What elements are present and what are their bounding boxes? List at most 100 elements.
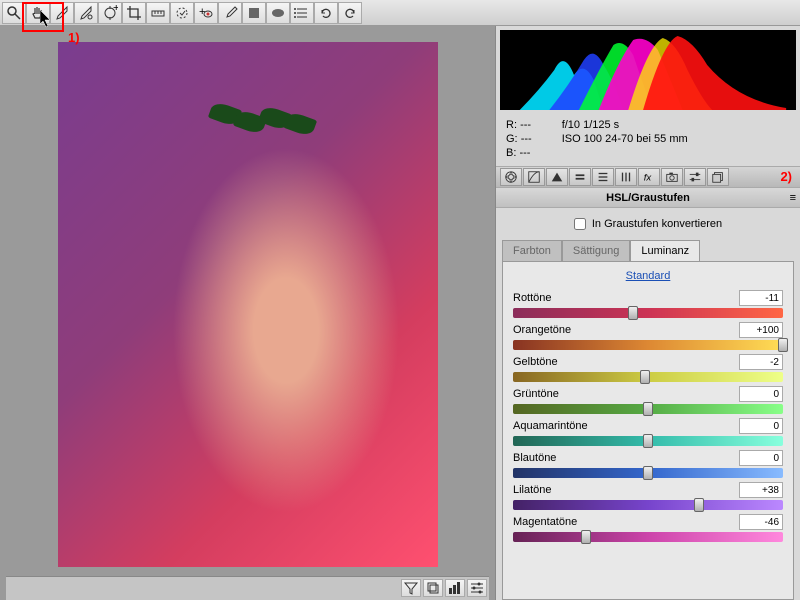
fx-icon: fx — [642, 170, 656, 184]
slider-row-lilatöne: Lilatöne — [513, 482, 783, 510]
bars-button[interactable] — [445, 579, 465, 597]
camera-panel-button[interactable] — [661, 168, 683, 186]
brush-button[interactable] — [218, 2, 242, 24]
slider-value-input[interactable] — [739, 290, 783, 306]
curves-panel-button[interactable] — [523, 168, 545, 186]
preview-photo — [58, 42, 438, 567]
slider-track[interactable] — [513, 500, 783, 510]
panel-icon-row: fx 2) — [496, 166, 800, 188]
section-title: HSL/Graustufen — [606, 192, 690, 204]
slider-thumb[interactable] — [643, 466, 653, 480]
slider-label: Orangetöne — [513, 324, 571, 336]
bars2-icon — [596, 170, 610, 184]
slider-value-input[interactable] — [739, 514, 783, 530]
slider-label: Aquamarintöne — [513, 420, 588, 432]
triangle-panel-button[interactable] — [546, 168, 568, 186]
slider-label: Blautöne — [513, 452, 556, 464]
camera-icon — [665, 170, 679, 184]
slider-value-input[interactable] — [739, 450, 783, 466]
sliders2-panel-button[interactable] — [684, 168, 706, 186]
rotate-cw-button[interactable] — [338, 2, 362, 24]
list-button[interactable] — [290, 2, 314, 24]
annotation-1-label: 1) — [68, 30, 80, 45]
tab-luminanz[interactable]: Luminanz — [630, 240, 700, 261]
rotate-ccw-button[interactable] — [314, 2, 338, 24]
brush-icon — [222, 5, 238, 21]
slider-thumb[interactable] — [581, 530, 591, 544]
slider-track[interactable] — [513, 308, 783, 318]
slider-thumb[interactable] — [643, 434, 653, 448]
ruler-button[interactable] — [146, 2, 170, 24]
tab-farbton[interactable]: Farbton — [502, 240, 562, 261]
slider-thumb[interactable] — [778, 338, 788, 352]
slider-thumb[interactable] — [640, 370, 650, 384]
oval-icon — [270, 5, 286, 21]
slider-thumb[interactable] — [694, 498, 704, 512]
slider-thumb[interactable] — [628, 306, 638, 320]
exposure-line1: f/10 1/125 s — [562, 118, 688, 132]
b-value: --- — [519, 147, 530, 159]
right-panel: R: --- G: --- B: --- f/10 1/125 s ISO 10… — [495, 26, 800, 600]
image-holder[interactable] — [6, 32, 489, 576]
ruler-icon — [150, 5, 166, 21]
slider-value-input[interactable] — [739, 354, 783, 370]
bars2-panel-button[interactable] — [592, 168, 614, 186]
zoom-icon — [6, 5, 22, 21]
slider-track[interactable] — [513, 468, 783, 478]
slider-track[interactable] — [513, 532, 783, 542]
target-button[interactable]: + — [98, 2, 122, 24]
triangle-icon — [550, 170, 564, 184]
color-sampler-icon — [78, 5, 94, 21]
slider-label: Gelbtöne — [513, 356, 558, 368]
slider-track[interactable] — [513, 436, 783, 446]
canvas-area — [0, 26, 495, 600]
fx-panel-button[interactable]: fx — [638, 168, 660, 186]
histogram[interactable] — [500, 30, 796, 110]
slider-value-input[interactable] — [739, 322, 783, 338]
exposure-line2: ISO 100 24-70 bei 55 mm — [562, 132, 688, 146]
annotation-2-label: 2) — [780, 169, 792, 184]
heal-button[interactable] — [170, 2, 194, 24]
slider-label: Magentatöne — [513, 516, 577, 528]
cursor-icon — [40, 10, 54, 28]
aperture-panel-button[interactable] — [500, 168, 522, 186]
square-button[interactable] — [242, 2, 266, 24]
stack2-icon — [711, 170, 725, 184]
svg-text:fx: fx — [644, 173, 653, 184]
slider-row-gelbtöne: Gelbtöne — [513, 354, 783, 382]
grayscale-convert-row: In Graustufen konvertieren — [496, 208, 800, 240]
tab-sättigung[interactable]: Sättigung — [562, 240, 630, 261]
stack-button[interactable] — [423, 579, 443, 597]
redeye-button[interactable]: + — [194, 2, 218, 24]
slider-value-input[interactable] — [739, 386, 783, 402]
oval-button[interactable] — [266, 2, 290, 24]
funnel-button[interactable] — [401, 579, 421, 597]
grayscale-label: In Graustufen konvertieren — [592, 218, 722, 230]
equals-panel-button[interactable] — [569, 168, 591, 186]
slider-track[interactable] — [513, 404, 783, 414]
eyedropper-icon — [54, 5, 70, 21]
color-sampler-button[interactable] — [74, 2, 98, 24]
slider-value-input[interactable] — [739, 418, 783, 434]
rotate-cw-icon — [342, 5, 358, 21]
bars-icon — [447, 580, 463, 596]
top-toolbar: ++ — [0, 0, 800, 26]
slider-track[interactable] — [513, 372, 783, 382]
stack2-panel-button[interactable] — [707, 168, 729, 186]
sliders-button[interactable] — [467, 579, 487, 597]
svg-text:+: + — [113, 5, 118, 14]
main-area: R: --- G: --- B: --- f/10 1/125 s ISO 10… — [0, 26, 800, 600]
equals-icon — [573, 170, 587, 184]
slider-track[interactable] — [513, 340, 783, 350]
luminance-panel: Standard RottöneOrangetöneGelbtöneGrüntö… — [502, 261, 794, 600]
slider-row-rottöne: Rottöne — [513, 290, 783, 318]
menu-icon[interactable]: ≡ — [790, 192, 796, 204]
crop-button[interactable] — [122, 2, 146, 24]
vert-bars-panel-button[interactable] — [615, 168, 637, 186]
standard-link[interactable]: Standard — [626, 270, 671, 282]
target-icon: + — [102, 5, 118, 21]
slider-thumb[interactable] — [643, 402, 653, 416]
zoom-button[interactable] — [2, 2, 26, 24]
slider-value-input[interactable] — [739, 482, 783, 498]
grayscale-checkbox[interactable] — [574, 218, 586, 230]
